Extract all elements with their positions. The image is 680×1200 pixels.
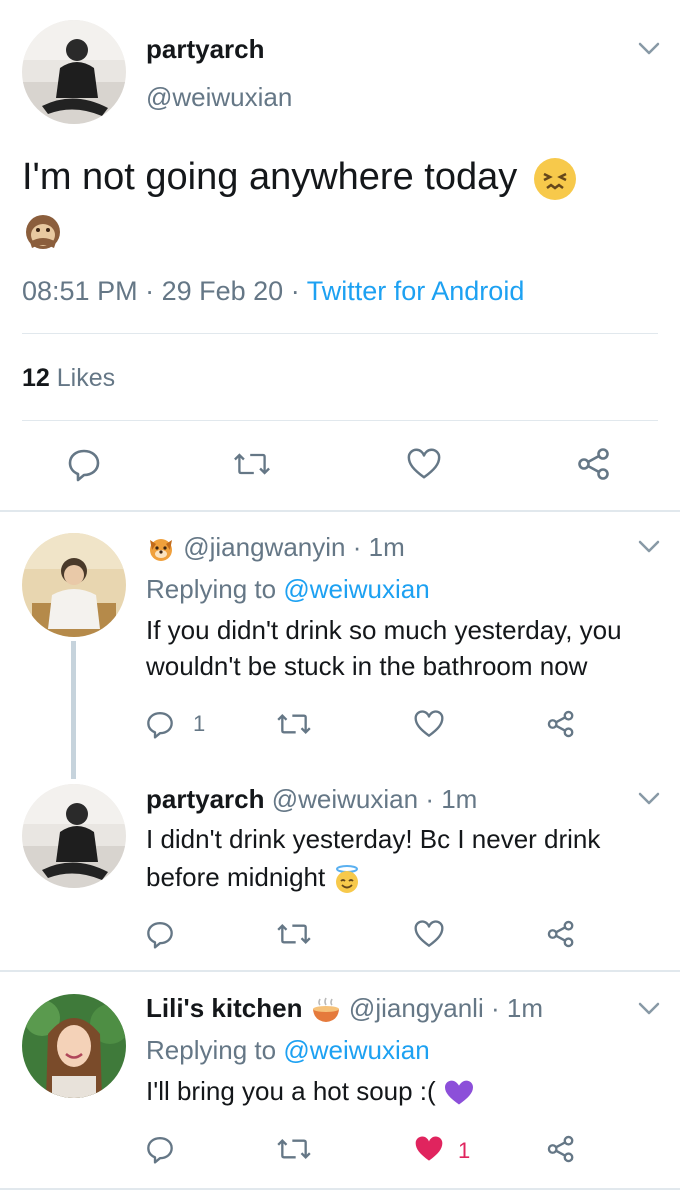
tweet-date: 29 Feb 20: [161, 276, 284, 306]
reply-header: @jiangwanyin · 1m: [146, 532, 405, 564]
chevron-down-icon[interactable]: [638, 42, 660, 56]
reply-icon[interactable]: [66, 446, 102, 482]
replying-to: Replying to @weiwuxian: [146, 1035, 430, 1066]
chevron-down-icon[interactable]: [638, 540, 660, 554]
reply-icon[interactable]: [144, 1133, 176, 1165]
separator: ·: [290, 276, 300, 306]
chevron-down-icon[interactable]: [638, 1002, 660, 1016]
reply-handle[interactable]: @jiangyanli: [349, 993, 484, 1023]
section-divider: [0, 1188, 680, 1190]
replying-to: Replying to @weiwuxian: [146, 574, 430, 605]
replying-to-handle[interactable]: @weiwuxian: [283, 574, 429, 604]
like-count: 1: [458, 1138, 471, 1163]
share-icon[interactable]: [545, 918, 577, 950]
separator: ·: [352, 532, 362, 562]
share-icon[interactable]: [576, 446, 612, 482]
like-icon-active[interactable]: [412, 1133, 446, 1165]
thread-line: [71, 641, 76, 779]
replying-to-label: Replying to: [146, 1035, 277, 1065]
reply-handle[interactable]: @jiangwanyin: [183, 532, 345, 562]
avatar-partyarch[interactable]: [22, 20, 126, 124]
reply-text-content: before midnight: [146, 862, 326, 892]
reply-text: I didn't drink yesterday! Bc I never dri…: [146, 820, 666, 896]
reply-count: 1: [193, 711, 206, 736]
avatar-jiangwanyin[interactable]: [22, 533, 126, 637]
divider: [22, 333, 658, 334]
reply-text-line: wouldn't be stuck in the bathroom now: [146, 651, 588, 681]
reply-age: 1m: [368, 532, 405, 562]
tweet-text: I'm not going anywhere today: [22, 150, 642, 258]
share-icon[interactable]: [545, 1133, 577, 1165]
reply-age: 1m: [441, 784, 478, 814]
likes-label: Likes: [56, 364, 116, 392]
tweet-meta: 08:51 PM · 29 Feb 20 · Twitter for Andro…: [22, 276, 524, 307]
reply-text-content: I'll bring you a hot soup :(: [146, 1076, 436, 1106]
soup-bowl-icon: [310, 995, 342, 1025]
reply-header: partyarch @weiwuxian · 1m: [146, 784, 477, 815]
reply-text-line: I didn't drink yesterday! Bc I never dri…: [146, 824, 601, 854]
likes-stat[interactable]: 12 Likes: [22, 364, 115, 393]
share-icon[interactable]: [545, 708, 577, 740]
purple-heart-icon: [443, 1079, 475, 1107]
tweet-source-link[interactable]: Twitter for Android: [307, 276, 525, 306]
reply-display-name[interactable]: Lili's kitchen: [146, 993, 302, 1023]
likes-count: 12: [22, 364, 50, 392]
separator: ·: [145, 276, 155, 306]
avatar-jiangyanli[interactable]: [22, 994, 126, 1098]
handle[interactable]: @weiwuxian: [146, 82, 292, 113]
reply-text: I'll bring you a hot soup :(: [146, 1073, 475, 1109]
reply-icon[interactable]: [144, 918, 176, 950]
tweet-time: 08:51 PM: [22, 276, 138, 306]
retweet-icon[interactable]: [276, 1133, 312, 1165]
reply-display-name[interactable]: partyarch: [146, 784, 265, 814]
like-icon[interactable]: [412, 918, 446, 950]
confounded-face-icon: [532, 156, 578, 202]
reply-age: 1m: [506, 993, 543, 1023]
reply-icon[interactable]: [144, 708, 176, 740]
like-icon[interactable]: [412, 708, 446, 740]
reply-text-line: If you didn't drink so much yesterday, y…: [146, 615, 622, 645]
display-name[interactable]: partyarch: [146, 34, 265, 65]
divider: [22, 420, 658, 421]
dog-face-icon: [146, 534, 176, 564]
section-divider: [0, 970, 680, 972]
retweet-icon[interactable]: [234, 446, 270, 482]
like-icon[interactable]: [406, 446, 442, 482]
retweet-icon[interactable]: [276, 918, 312, 950]
avatar-partyarch[interactable]: [22, 784, 126, 888]
replying-to-handle[interactable]: @weiwuxian: [283, 1035, 429, 1065]
separator: ·: [425, 784, 434, 814]
replying-to-label: Replying to: [146, 574, 277, 604]
chevron-down-icon[interactable]: [638, 792, 660, 806]
speak-no-evil-monkey-icon: [22, 212, 64, 254]
section-divider: [0, 510, 680, 512]
retweet-icon[interactable]: [276, 708, 312, 740]
reply-handle[interactable]: @weiwuxian: [272, 784, 418, 814]
reply-text-line-2: before midnight: [146, 858, 666, 896]
separator: ·: [490, 993, 500, 1023]
halo-face-icon: [332, 864, 362, 894]
reply-text: If you didn't drink so much yesterday, y…: [146, 612, 666, 684]
reply-header: Lili's kitchen @jiangyanli · 1m: [146, 993, 543, 1025]
tweet-text-content: I'm not going anywhere today: [22, 156, 518, 198]
